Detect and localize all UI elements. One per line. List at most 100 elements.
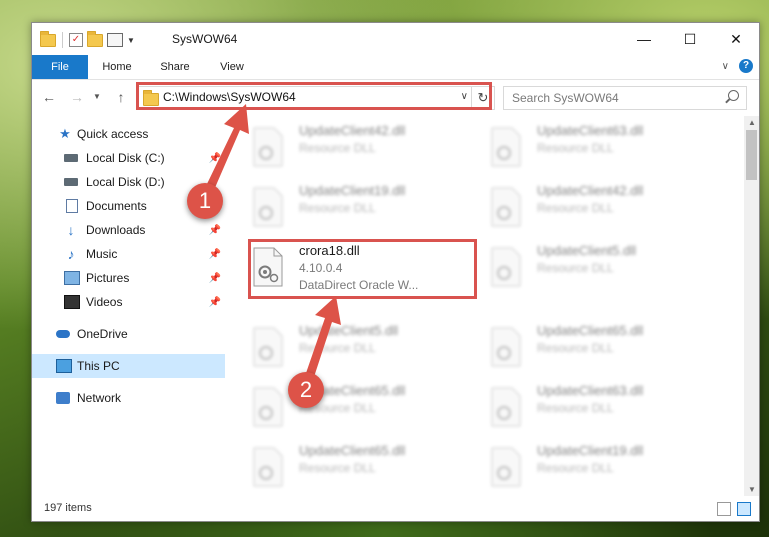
sidebar-item-onedrive[interactable]: OneDrive [32,322,225,346]
tab-share[interactable]: Share [146,55,204,79]
music-icon: ♪ [67,246,75,262]
help-icon[interactable]: ? [739,59,753,73]
up-arrow-icon[interactable]: ↑ [112,88,130,106]
folder-icon [143,90,159,106]
file-name: UpdateClient19.dll [299,183,406,198]
dll-file-icon [253,327,283,367]
vertical-scrollbar[interactable]: ▲ ▼ [744,116,759,496]
item-count: 197 items [44,502,92,514]
file-tile[interactable]: UpdateClient63.dll Resource DLL [490,119,715,173]
new-folder-icon[interactable] [87,30,103,47]
file-tile[interactable]: UpdateClient65.dll Resource DLL [252,439,477,493]
sidebar-item-label: Pictures [86,271,130,285]
sidebar-item-label: Downloads [86,223,146,237]
details-view-icon[interactable] [717,502,731,516]
file-tile[interactable]: UpdateClient63.dll Resource DLL [490,379,715,433]
dll-file-icon [491,187,521,227]
file-name: UpdateClient19.dll [537,443,644,458]
search-icon[interactable] [728,90,739,101]
quick-access-star-icon: ★ [59,126,71,141]
sidebar-item-local-disk-c[interactable]: Local Disk (C:) 📌 [32,146,225,170]
sidebar-item-label: Quick access [77,127,149,141]
drive-icon [64,154,78,162]
forward-arrow-icon[interactable]: → [68,88,86,106]
toolbar-separator [62,32,63,48]
file-type: Resource DLL [299,201,376,215]
file-tile[interactable]: UpdateClient19.dll Resource DLL [252,179,477,233]
file-type: Resource DLL [537,341,614,355]
file-name: UpdateClient63.dll [537,383,644,398]
dll-file-icon [253,127,283,167]
title-bar: ✓ ▼ SysWOW64 — ☐ ✕ [32,23,759,55]
tab-view[interactable]: View [204,55,260,79]
window-title: SysWOW64 [172,32,238,46]
sidebar-item-downloads[interactable]: ↓ Downloads 📌 [32,218,225,242]
status-bar: 197 items [32,496,759,521]
scrollbar-thumb[interactable] [746,130,757,180]
close-button[interactable]: ✕ [713,23,759,55]
file-tile[interactable]: UpdateClient65.dll Resource DLL [490,319,715,373]
folder-icon[interactable] [40,30,56,47]
pin-icon[interactable]: 📌 [209,297,221,308]
refresh-icon[interactable]: ↻ [471,87,494,109]
properties-icon[interactable] [107,33,123,47]
maximize-button[interactable]: ☐ [667,23,713,55]
sidebar-item-videos[interactable]: Videos 📌 [32,290,225,314]
recent-locations-chevron-icon[interactable]: ▼ [88,88,106,106]
file-type: Resource DLL [537,401,614,415]
file-tile[interactable]: UpdateClient65.dll Resource DLL [252,379,477,433]
pin-icon[interactable]: 📌 [209,153,221,164]
file-tile-crora18[interactable]: crora18.dll 4.10.0.4 DataDirect Oracle W… [252,239,477,301]
file-type: Resource DLL [537,461,614,475]
file-version: 4.10.0.4 [299,261,343,275]
scroll-up-arrow-icon[interactable]: ▲ [748,118,756,127]
sidebar-item-label: This PC [77,359,120,373]
file-tile[interactable]: UpdateClient5.dll Resource DLL [252,319,477,373]
drive-icon [64,178,78,186]
file-name: UpdateClient42.dll [537,183,644,198]
minimize-button[interactable]: — [621,23,667,55]
sidebar-item-label: Documents [86,199,147,213]
file-type: Resource DLL [537,141,614,155]
dll-file-icon [253,187,283,227]
pin-icon[interactable]: 📌 [209,225,221,236]
address-dropdown-chevron-icon[interactable]: ∨ [461,91,468,102]
step-1-badge: 1 [187,183,223,219]
file-explorer-window: ✓ ▼ SysWOW64 — ☐ ✕ File Home Share View … [31,22,760,522]
onedrive-cloud-icon [56,330,70,338]
address-path[interactable]: C:\Windows\SysWOW64 [163,90,296,104]
file-tile[interactable]: UpdateClient42.dll Resource DLL [490,179,715,233]
back-arrow-icon[interactable]: ← [40,88,58,106]
pictures-icon [64,271,80,285]
expand-ribbon-chevron-icon[interactable]: ∨ [722,61,729,72]
address-bar[interactable]: C:\Windows\SysWOW64 ∨ ↻ [136,86,495,110]
scroll-down-arrow-icon[interactable]: ▼ [748,485,756,494]
file-name: UpdateClient5.dll [299,323,399,338]
sidebar-item-quick-access[interactable]: ★ Quick access [32,122,225,146]
properties-checkmark-icon[interactable]: ✓ [69,33,83,47]
pin-icon[interactable]: 📌 [209,273,221,284]
file-tile[interactable]: UpdateClient19.dll Resource DLL [490,439,715,493]
sidebar-item-music[interactable]: ♪ Music 📌 [32,242,225,266]
sidebar-item-this-pc[interactable]: This PC [32,354,225,378]
computer-icon [56,359,72,373]
customize-toolbar-chevron-icon[interactable]: ▼ [127,36,135,45]
pin-icon[interactable]: 📌 [209,249,221,260]
file-tile[interactable]: UpdateClient42.dll Resource DLL [252,119,477,173]
search-input[interactable]: Search SysWOW64 [503,86,747,110]
file-name: UpdateClient65.dll [537,323,644,338]
dll-file-icon [491,127,521,167]
file-type: Resource DLL [537,201,614,215]
videos-icon [64,295,80,309]
large-icons-view-icon[interactable] [737,502,751,516]
sidebar-item-label: Music [86,247,118,261]
sidebar-item-network[interactable]: Network [32,386,225,410]
sidebar-item-pictures[interactable]: Pictures 📌 [32,266,225,290]
file-tile[interactable]: UpdateClient5.dll Resource DLL [490,239,715,293]
tab-home[interactable]: Home [88,55,146,79]
navigation-pane: ★ Quick access Local Disk (C:) 📌 Local D… [32,116,227,496]
tab-file[interactable]: File [32,55,88,79]
navigation-bar: ← → ▼ ↑ C:\Windows\SysWOW64 ∨ ↻ Search S… [32,80,759,116]
file-name: UpdateClient65.dll [299,443,406,458]
ribbon-tabs: File Home Share View ∨ ? [32,55,759,80]
